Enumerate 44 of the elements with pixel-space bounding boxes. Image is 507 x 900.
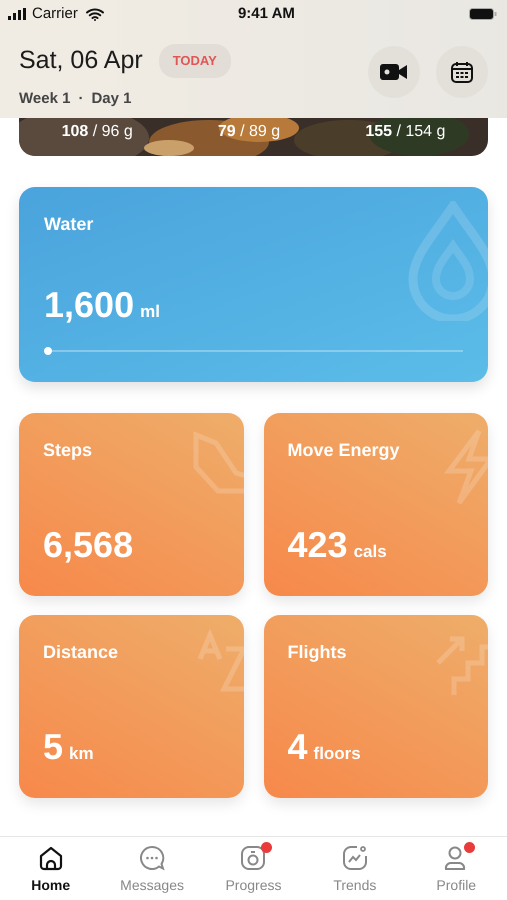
- metric-card[interactable]: Steps 6,568: [19, 413, 244, 596]
- date-title: Sat, 06 Apr: [19, 45, 143, 76]
- tab-item[interactable]: Progress: [208, 845, 298, 900]
- metric-label: Move Energy: [288, 439, 401, 462]
- metric-value: 423: [288, 523, 348, 567]
- metric-value: 6,568: [43, 523, 134, 567]
- calendar-icon: [450, 60, 474, 84]
- chat-icon: [139, 845, 166, 871]
- video-camera-icon: [380, 63, 408, 81]
- water-value: 1,600: [44, 283, 134, 327]
- water-label: Water: [44, 213, 94, 236]
- metric-card[interactable]: Distance 5 km: [19, 615, 244, 798]
- metric-label: Distance: [43, 641, 120, 664]
- water-drop-icon: [408, 201, 488, 321]
- metric-value: 4: [288, 725, 308, 769]
- day-label: Day 1: [91, 88, 132, 108]
- metric-card[interactable]: Move Energy 423 cals: [264, 413, 488, 596]
- tab-item[interactable]: Profile: [411, 845, 502, 900]
- metric-unit: cals: [354, 541, 387, 563]
- clock-time: 9:41 AM: [236, 4, 296, 24]
- separator-dot: ·: [78, 88, 84, 108]
- signal-icon: [8, 8, 28, 20]
- today-badge: TODAY: [158, 44, 231, 78]
- metric-unit: floors: [314, 743, 361, 765]
- tab-item[interactable]: Home: [6, 845, 96, 900]
- metric-unit: km: [69, 743, 94, 765]
- metric-value: 5: [43, 725, 64, 769]
- wifi-icon: [86, 8, 104, 20]
- macro-value: 155 / 154 g: [365, 122, 446, 142]
- home-icon: [38, 845, 64, 871]
- trend-chart-icon: [342, 845, 368, 871]
- water-unit: ml: [140, 301, 160, 323]
- metric-card[interactable]: Flights 4 floors: [264, 615, 488, 798]
- macro-value: 108 / 96 g: [62, 122, 133, 142]
- water-card[interactable]: Water 1,600 ml: [19, 187, 488, 382]
- week-label: Week 1: [19, 88, 70, 108]
- macro-value: 79 / 89 g: [218, 122, 280, 142]
- tab-item[interactable]: Trends: [310, 845, 400, 900]
- metric-label: Steps: [43, 439, 94, 462]
- carrier-name: Carrier: [32, 4, 78, 24]
- battery-icon: [469, 8, 497, 20]
- tab-item[interactable]: Messages: [107, 845, 198, 900]
- metric-label: Flights: [288, 641, 348, 664]
- stopwatch-icon: [240, 845, 266, 871]
